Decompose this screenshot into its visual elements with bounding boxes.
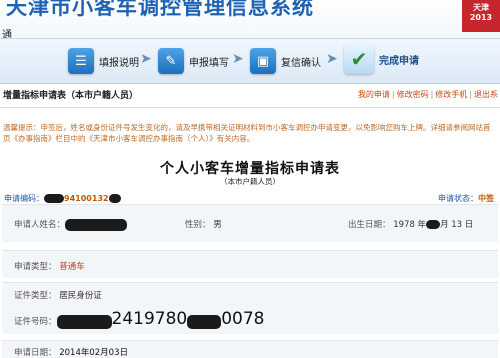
form-title: 个人小客车增量指标申请表 — [160, 161, 340, 177]
redaction-mask — [56, 314, 112, 329]
redaction-mask — [187, 314, 222, 329]
logo-text: 天津 2013 — [469, 3, 493, 22]
status-label: 申请状态： — [438, 194, 478, 203]
chevron-right-icon: ➤ — [232, 51, 244, 67]
status-value: 中签 — [478, 194, 494, 203]
type-value: 普通车 — [59, 262, 85, 272]
chevron-right-icon: ➤ — [140, 51, 152, 67]
step-confirm[interactable]: ▣ 复信确认 — [250, 47, 321, 75]
document-list-icon: ☰ — [68, 48, 94, 74]
chevron-right-icon: ➤ — [326, 51, 338, 67]
gender-value: 男 — [213, 220, 222, 230]
form-edit-icon: ✎ — [158, 48, 184, 74]
gender-label: 性别： — [185, 220, 211, 230]
step-label: 填报说明 — [99, 57, 139, 69]
link-change-phone[interactable]: 修改手机 — [435, 90, 467, 99]
birth-date-field: 出生日期： 1978 年 月 13 日 — [348, 218, 473, 230]
step-complete[interactable]: ✔ 完成申请 — [344, 44, 419, 74]
applicant-name-label: 申请人姓名： — [14, 220, 66, 230]
date-label: 申请日期： — [14, 348, 57, 358]
id-number-label: 证件号码： — [14, 317, 57, 327]
form-row-date: 申请日期： 2014年02月03日 — [2, 340, 498, 358]
birth-label: 出生日期： — [348, 220, 391, 230]
birth-day: 月 13 日 — [440, 220, 474, 230]
user-links: 我的申请 | 修改密码 | 修改手机 | 退出系 — [357, 90, 498, 99]
birth-year: 1978 年 — [393, 220, 427, 230]
code-label: 申请编码： — [4, 194, 44, 203]
link-logout[interactable]: 退出系 — [474, 90, 498, 99]
gender-field: 性别： 男 — [185, 218, 222, 230]
step-label: 复信确认 — [281, 57, 321, 69]
form-subtitle: （本市户籍人员） — [220, 177, 280, 186]
notice-text: 温馨提示：申签后，姓名或身份证件号发生变化的，请及早携带相关证明材料到市小客车调… — [3, 123, 491, 143]
checkmark-icon: ✔ — [344, 44, 374, 74]
redaction-mask — [426, 220, 441, 229]
id-type-label: 证件类型： — [14, 291, 57, 301]
application-status: 申请状态：中签 — [438, 193, 494, 204]
link-change-password[interactable]: 修改密码 — [397, 90, 429, 99]
redaction-mask — [108, 194, 121, 203]
id-type-value: 居民身份证 — [59, 291, 102, 301]
id-number-field: 证件号码： 2419780 0078 — [14, 309, 265, 329]
application-code: 申请编码： 94100132 — [4, 193, 121, 204]
type-label: 申请类型： — [14, 262, 57, 272]
confirm-icon: ▣ — [250, 48, 276, 74]
step-navigation: ☰ 填报说明 ➤ ✎ 申报填写 ➤ ▣ 复信确认 ➤ ✔ 完成申请 — [0, 38, 500, 84]
form-row-id: 证件类型： 居民身份证 证件号码： 2419780 0078 — [2, 282, 498, 334]
site-header: 天津市小客车调控管理信息系统 通 天津 2013 — [0, 0, 500, 38]
site-logo: 天津 2013 — [462, 0, 500, 32]
redaction-mask — [44, 194, 64, 203]
page-bar: 增量指标申请表（本市户籍人员） 我的申请 | 修改密码 | 修改手机 | 退出系 — [0, 86, 500, 104]
step-fill-instructions[interactable]: ☰ 填报说明 — [68, 47, 139, 75]
id-number-part2: 0078 — [221, 309, 265, 329]
step-label: 完成申请 — [379, 55, 419, 67]
application-type-field: 申请类型： 普通车 — [14, 260, 85, 272]
step-label: 申报填写 — [189, 57, 229, 69]
id-type-field: 证件类型： 居民身份证 — [14, 289, 102, 301]
date-value: 2014年02月03日 — [59, 348, 128, 358]
step-application-fill[interactable]: ✎ 申报填写 — [158, 47, 229, 75]
page-title: 增量指标申请表（本市户籍人员） — [3, 91, 139, 101]
redaction-mask — [65, 218, 128, 231]
divider — [0, 107, 500, 108]
applicant-name-field: 申请人姓名： — [14, 218, 128, 231]
code-value: 94100132 — [64, 194, 109, 203]
application-date-field: 申请日期： 2014年02月03日 — [14, 346, 128, 358]
id-number-part1: 2419780 — [111, 309, 188, 329]
site-subtitle: 通 — [2, 30, 12, 38]
link-my-application[interactable]: 我的申请 — [358, 90, 390, 99]
form-row-type: 申请类型： 普通车 — [2, 250, 498, 278]
site-title: 天津市小客车调控管理信息系统 — [6, 0, 314, 19]
form-row-personal: 申请人姓名： 性别： 男 出生日期： 1978 年 月 13 日 — [2, 204, 498, 242]
